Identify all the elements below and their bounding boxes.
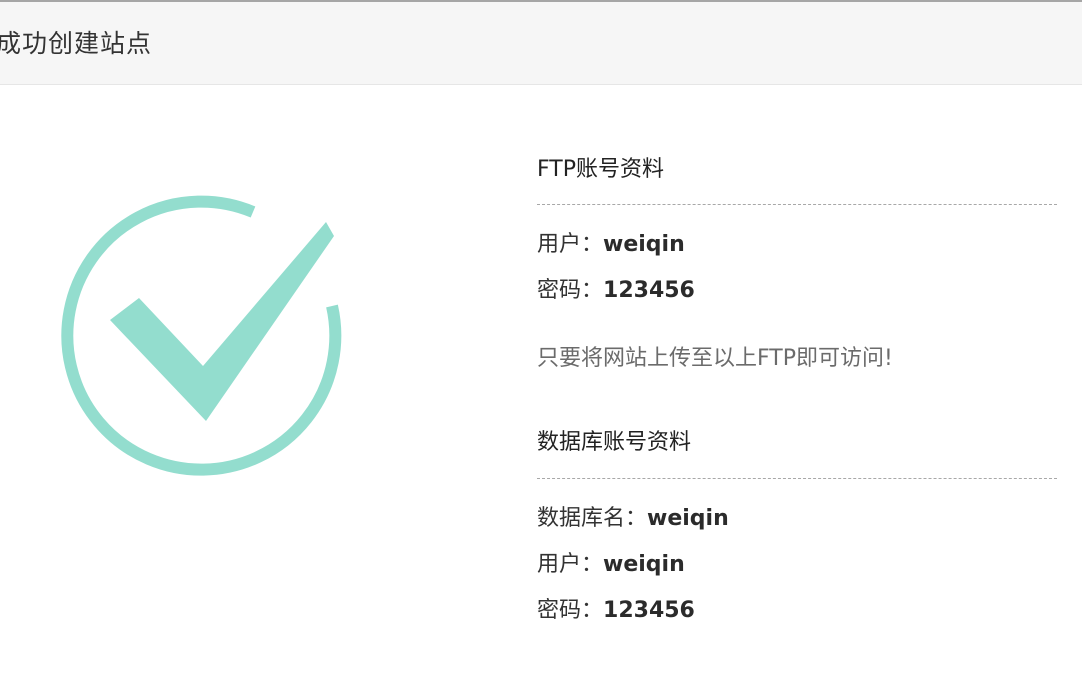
database-user-label: 用户： [537,552,604,577]
ftp-section-title: FTP账号资料 [537,157,664,182]
upload-notice: 只要将网站上传至以上FTP即可访问! [537,346,893,371]
database-name-value: weiqin [647,506,729,531]
ftp-divider [537,204,1057,205]
ftp-password-label: 密码： [537,278,604,303]
ftp-user-value: weiqin [603,232,685,257]
ftp-user-row: 用户：weiqin [537,229,685,261]
dialog-header: 成功创建站点 [0,2,1082,85]
ftp-password-value: 123456 [603,278,695,303]
success-check-icon [60,190,360,480]
ftp-password-row: 密码：123456 [537,275,695,307]
database-section-title: 数据库账号资料 [537,430,692,455]
database-name-row: 数据库名：weiqin [537,503,729,535]
check-circle-icon [61,195,342,476]
database-password-value: 123456 [603,598,695,623]
database-divider [537,478,1057,479]
database-user-row: 用户：weiqin [537,549,685,581]
ftp-user-label: 用户： [537,232,604,257]
database-name-label: 数据库名： [537,506,648,531]
database-user-value: weiqin [603,552,685,577]
database-password-row: 密码：123456 [537,595,695,627]
dialog-title: 成功创建站点 [0,29,153,58]
database-password-label: 密码： [537,598,604,623]
check-mark [110,222,334,421]
success-ring [61,195,342,476]
